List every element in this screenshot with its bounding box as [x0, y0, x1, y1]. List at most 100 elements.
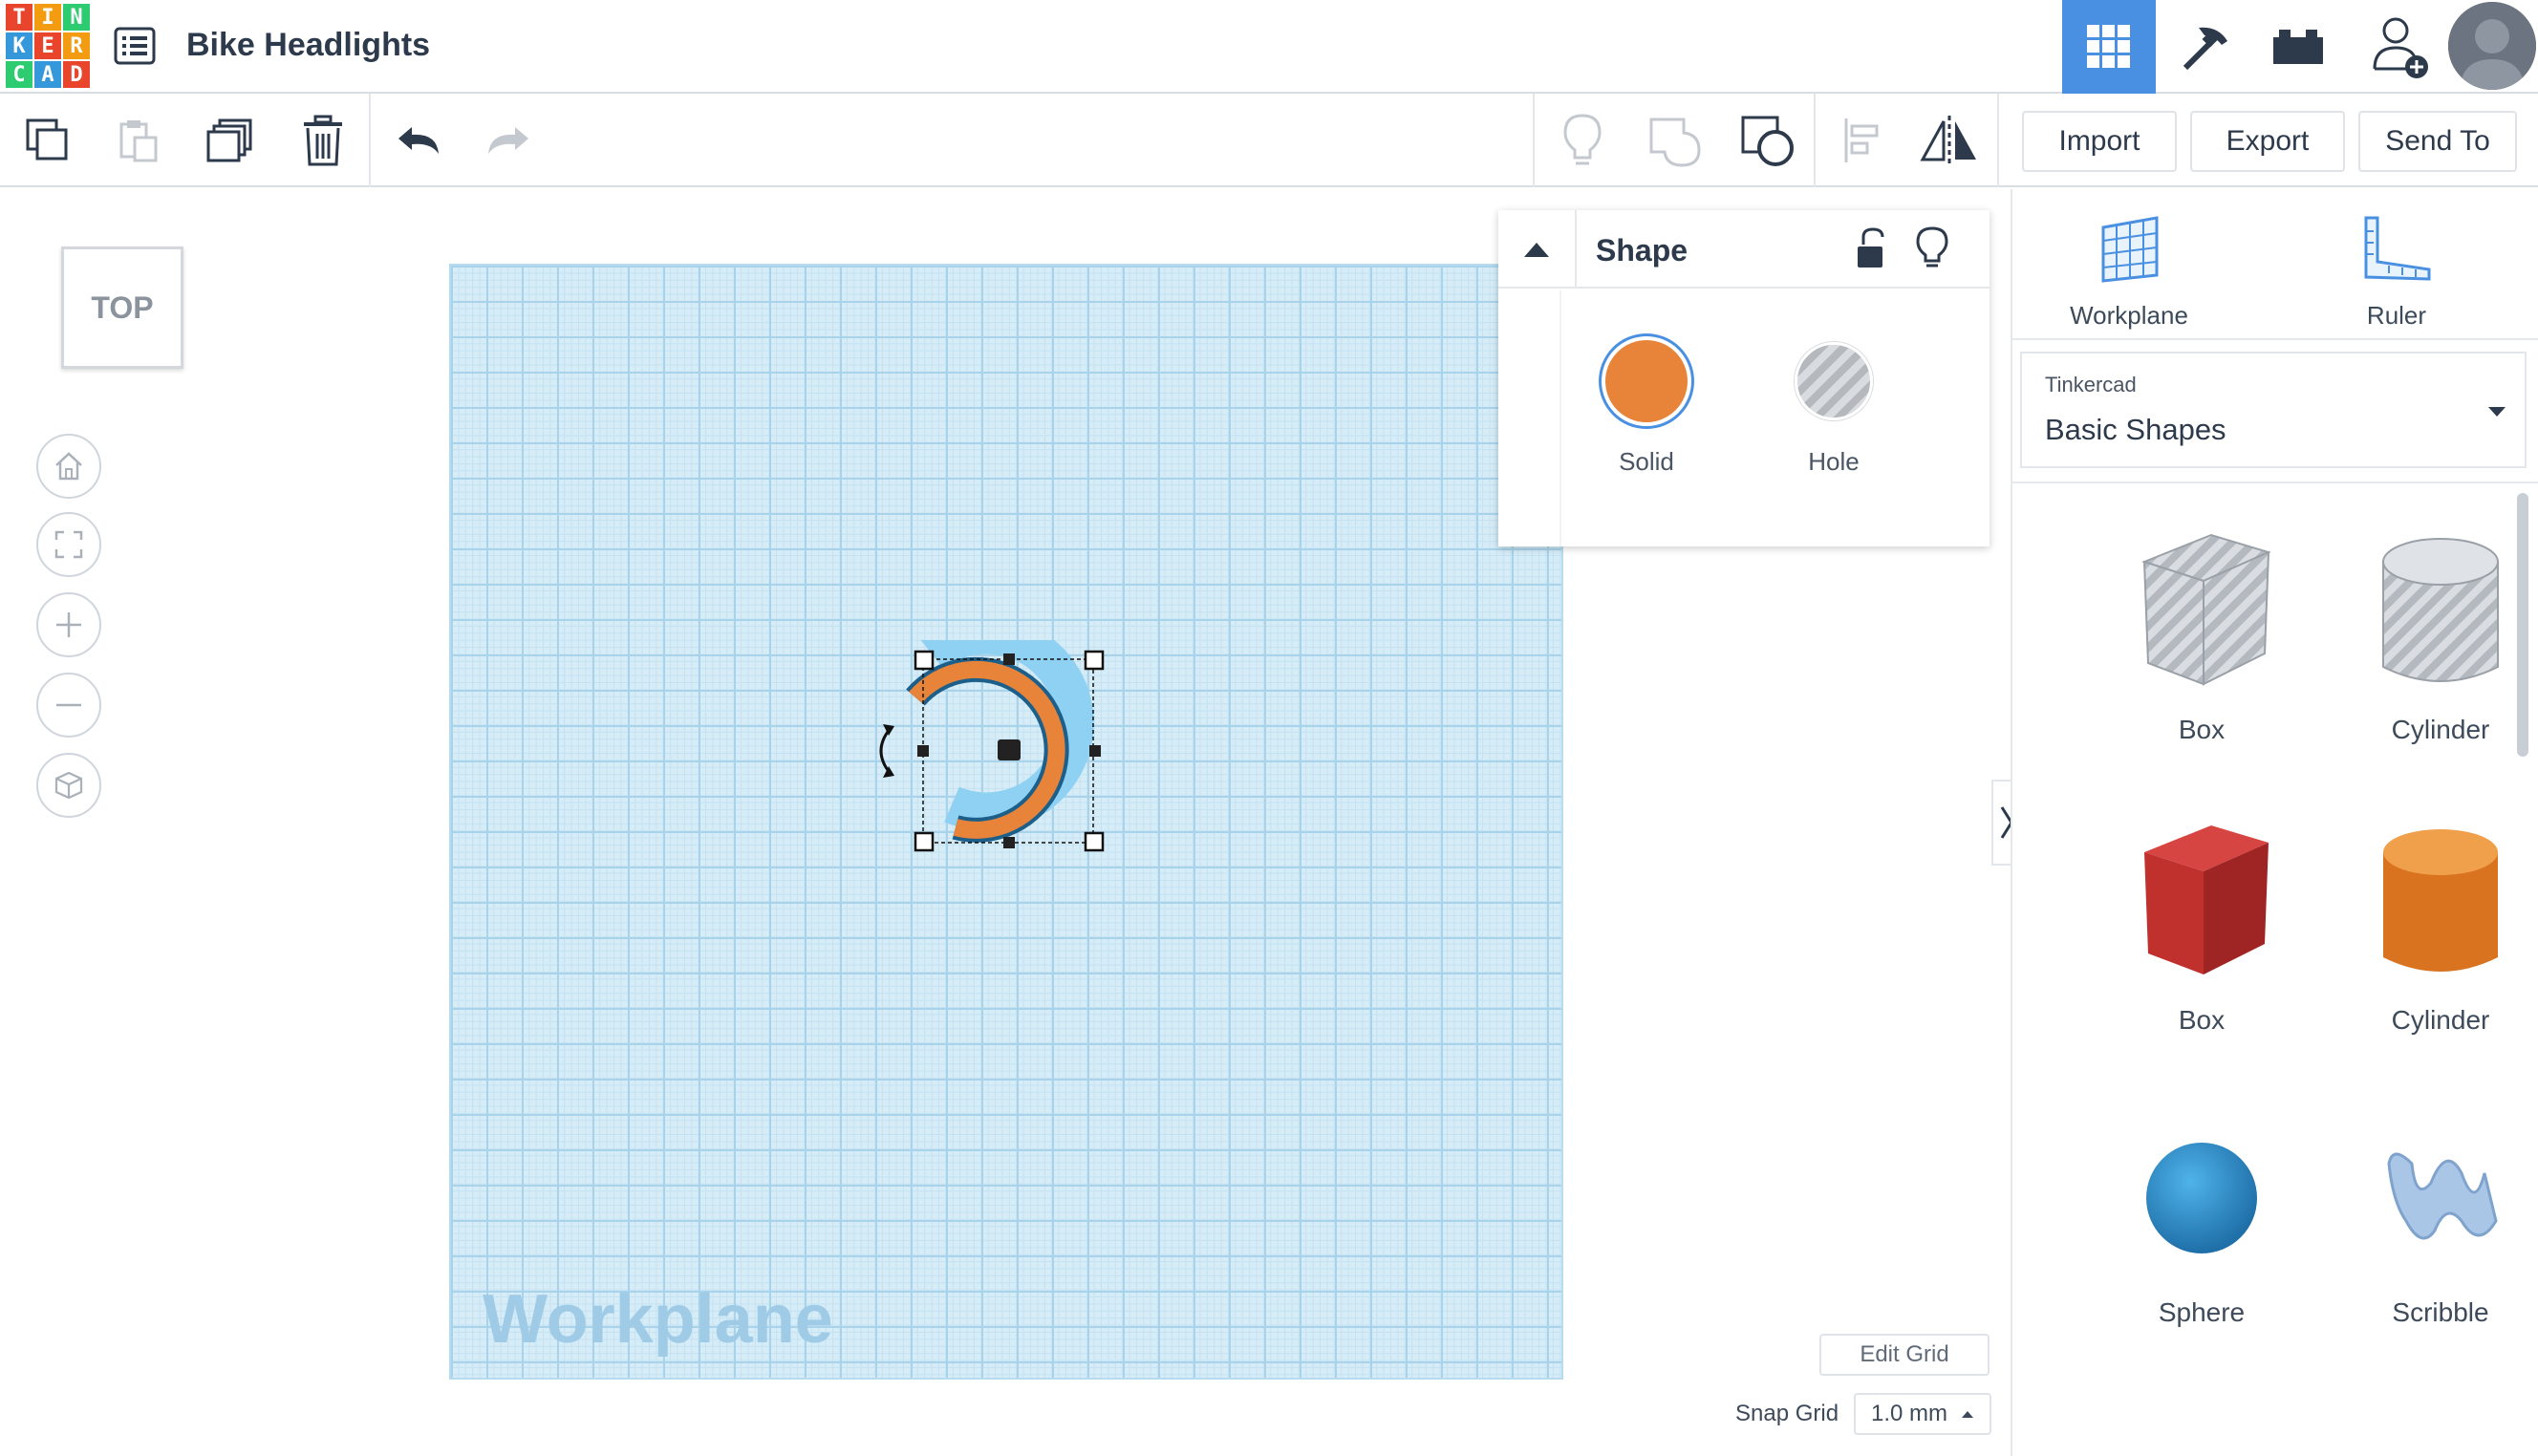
- shape-box[interactable]: Box: [2097, 814, 2307, 1062]
- solid-color-swatch[interactable]: [1602, 336, 1691, 426]
- resize-handle[interactable]: [914, 650, 935, 671]
- view-cube[interactable]: TOP: [61, 246, 183, 369]
- resize-handle[interactable]: [1084, 650, 1105, 671]
- logo-letter: K: [6, 32, 32, 59]
- copy-button[interactable]: [4, 94, 92, 187]
- workplane-label: Workplane: [483, 1281, 833, 1358]
- box-hole-icon: [2141, 533, 2271, 686]
- ruler-tool-label: Ruler: [2366, 301, 2427, 330]
- rotate-icon[interactable]: [879, 724, 894, 778]
- shape-scribble[interactable]: Scribble: [2335, 1106, 2538, 1355]
- shape-label: Box: [2178, 715, 2226, 744]
- chevron-down-icon: [2488, 407, 2506, 417]
- zoom-in-button[interactable]: [36, 592, 101, 657]
- mirror-button[interactable]: [1905, 94, 1993, 187]
- undo-icon: [398, 127, 439, 154]
- edge-handle[interactable]: [1089, 745, 1101, 757]
- trash-icon: [304, 115, 342, 166]
- paste-icon: [119, 120, 158, 162]
- shape-label: Scribble: [2392, 1297, 2489, 1327]
- delete-button[interactable]: [279, 94, 367, 187]
- edit-grid-button[interactable]: Edit Grid: [1819, 1334, 1990, 1376]
- undo-button[interactable]: [375, 94, 462, 187]
- shape-panel-title: Shape: [1596, 233, 1688, 268]
- duplicate-button[interactable]: [187, 94, 275, 187]
- bricks-icon: [2273, 30, 2323, 64]
- logo-letter: R: [63, 32, 90, 59]
- document-title[interactable]: Bike Headlights: [186, 27, 430, 64]
- logo-letter: A: [34, 61, 61, 88]
- ruler-tool[interactable]: Ruler: [2311, 208, 2483, 352]
- cube-icon: [54, 771, 83, 800]
- show-all-button[interactable]: [1538, 94, 1626, 187]
- selected-shape[interactable]: [850, 640, 1128, 862]
- align-button[interactable]: [1817, 94, 1905, 187]
- align-icon: [1844, 118, 1879, 162]
- ungroup-button[interactable]: [1724, 94, 1812, 187]
- lock-button[interactable]: [1854, 227, 1888, 274]
- logo-letter: T: [6, 4, 32, 31]
- edge-handle[interactable]: [1003, 837, 1015, 848]
- edge-handle[interactable]: [1003, 653, 1015, 665]
- home-view-button[interactable]: [36, 434, 101, 499]
- snap-grid-label: Snap Grid: [1735, 1401, 1839, 1426]
- logo-letter: E: [34, 32, 61, 59]
- resize-handle[interactable]: [914, 831, 935, 852]
- logo-letter: I: [34, 4, 61, 31]
- perspective-button[interactable]: [36, 753, 101, 818]
- shape-library-dropdown[interactable]: Tinkercad Basic Shapes: [2020, 352, 2527, 468]
- sidebar-divider: [2011, 189, 2012, 1456]
- build-view-button[interactable]: [2158, 0, 2251, 94]
- hole-swatch[interactable]: [1795, 342, 1873, 420]
- bricks-view-button[interactable]: [2251, 0, 2345, 94]
- user-silhouette-icon: [2448, 2, 2536, 90]
- group-button[interactable]: [1630, 94, 1718, 187]
- solid-label: Solid: [1619, 447, 1674, 476]
- library-source-label: Tinkercad: [2045, 373, 2137, 396]
- height-handle[interactable]: [998, 739, 1021, 760]
- snap-grid-value: 1.0 mm: [1871, 1401, 1948, 1426]
- grid-view-icon: [2087, 25, 2130, 68]
- hide-button[interactable]: [1915, 225, 1949, 274]
- paste-button[interactable]: [94, 94, 182, 187]
- resize-handle[interactable]: [1084, 831, 1105, 852]
- workplane-tool[interactable]: Workplane: [2043, 208, 2215, 352]
- avatar[interactable]: [2448, 2, 2536, 90]
- design-list-button[interactable]: [111, 25, 159, 69]
- box-solid-icon: [2144, 825, 2269, 974]
- send-to-button[interactable]: Send To: [2358, 111, 2517, 172]
- home-icon: [55, 452, 82, 481]
- shape-label: Box: [2178, 1005, 2226, 1035]
- fit-view-button[interactable]: [36, 512, 101, 577]
- redo-button[interactable]: [464, 94, 552, 187]
- edge-handle[interactable]: [917, 745, 929, 757]
- tinkercad-logo[interactable]: T I N K E R C A D: [6, 4, 90, 88]
- triangle-up-icon: [1524, 243, 1549, 257]
- logo-letter: C: [6, 61, 32, 88]
- zoom-out-button[interactable]: [36, 673, 101, 738]
- invite-user-button[interactable]: [2353, 0, 2446, 94]
- toolbar-divider: [1997, 94, 1999, 187]
- mirror-icon: [1920, 116, 1976, 165]
- list-icon: [114, 27, 156, 64]
- workplane-icon: [2101, 216, 2159, 283]
- shape-label: Cylinder: [2391, 715, 2490, 744]
- shape-cylinder[interactable]: Cylinder: [2335, 814, 2538, 1062]
- library-name: Basic Shapes: [2045, 413, 2226, 446]
- export-button[interactable]: Export: [2190, 111, 2345, 172]
- lightbulb-icon: [1916, 226, 1948, 268]
- ungroup-icon: [1741, 116, 1794, 166]
- import-button[interactable]: Import: [2022, 111, 2177, 172]
- shape-box-hole[interactable]: Box: [2097, 524, 2307, 772]
- logo-letter: D: [63, 61, 90, 88]
- snap-grid-select[interactable]: 1.0 mm: [1854, 1393, 1991, 1435]
- shape-sphere[interactable]: Sphere: [2097, 1106, 2307, 1355]
- grid-view-button[interactable]: [2062, 0, 2156, 94]
- copy-icon: [26, 118, 68, 161]
- sidebar-divider: [2011, 338, 2538, 340]
- redo-icon: [488, 127, 528, 154]
- toolbar: Import Export Send To: [0, 94, 2538, 187]
- collapse-panel-button[interactable]: [1498, 210, 1577, 289]
- shape-cylinder-hole[interactable]: Cylinder: [2335, 524, 2538, 772]
- shapes-sidebar: Workplane Ruler Tinkercad Basic Shapes B…: [2011, 189, 2538, 1456]
